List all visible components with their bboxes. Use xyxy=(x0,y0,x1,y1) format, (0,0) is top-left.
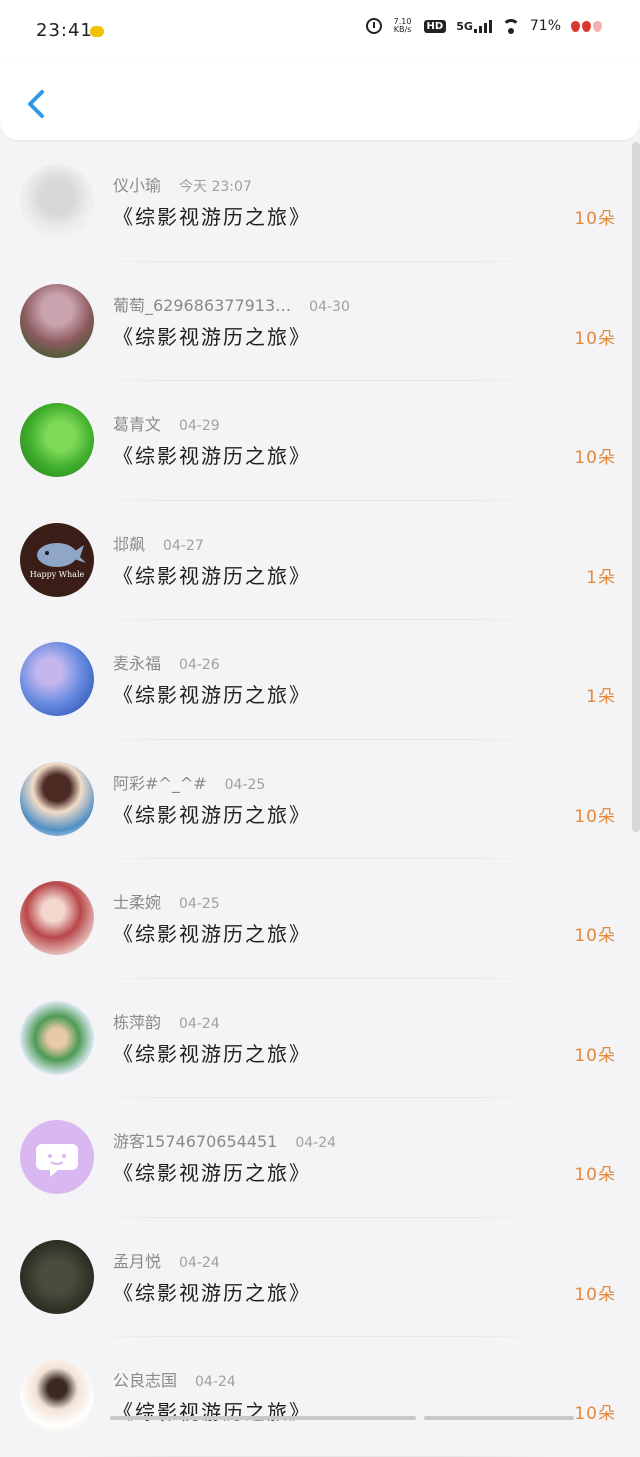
user-name[interactable]: 阿彩#^_^# xyxy=(113,774,207,793)
avatar[interactable] xyxy=(20,642,94,716)
status-time: 23:41 xyxy=(36,20,93,41)
reward-date: 04-24 xyxy=(179,1015,220,1032)
list-item[interactable]: 麦永福 04-26 《综影视游历之旅》 1朵 xyxy=(0,620,632,740)
reward-date: 04-24 xyxy=(195,1374,236,1390)
user-name[interactable]: 士柔婉 xyxy=(113,893,161,912)
user-name[interactable]: 公良志国 xyxy=(113,1371,177,1390)
list-item[interactable]: 葡萄_629686377913… 04-30 《综影视游历之旅》 10朵 xyxy=(0,262,632,382)
avatar[interactable] xyxy=(20,283,94,358)
whale-icon xyxy=(37,542,86,567)
avatar[interactable]: Happy Whale xyxy=(20,522,94,597)
reward-list: 仪小瑜 今天 23:07 《综影视游历之旅》 10朵 葡萄_62968637791… xyxy=(0,142,632,1457)
reward-amount: 10朵 xyxy=(574,1165,616,1185)
chat-bubble-icon xyxy=(36,1144,78,1177)
reward-amount: 10朵 xyxy=(574,448,616,468)
reward-amount: 10朵 xyxy=(574,209,616,229)
avatar[interactable] xyxy=(20,761,94,836)
signal-bars-icon xyxy=(473,19,492,33)
reward-amount: 1朵 xyxy=(586,687,616,707)
gesture-bar-left xyxy=(110,1416,416,1420)
book-title[interactable]: 《综影视游历之旅》 xyxy=(113,560,311,589)
alarm-icon xyxy=(365,18,382,34)
reward-date: 04-24 xyxy=(179,1254,220,1271)
book-title[interactable]: 《综影视游历之旅》 xyxy=(113,1277,311,1306)
reward-amount: 10朵 xyxy=(574,1404,616,1424)
list-item[interactable]: 公良志国 04-24 《综影视游历之旅》 10朵 xyxy=(0,1337,632,1457)
back-button[interactable] xyxy=(22,84,52,124)
book-title[interactable]: 《综影视游历之旅》 xyxy=(113,440,311,469)
avatar[interactable] xyxy=(20,1120,94,1194)
book-title[interactable]: 《综影视游历之旅》 xyxy=(113,321,311,350)
book-title[interactable]: 《综影视游历之旅》 xyxy=(113,918,311,947)
book-title[interactable]: 《综影视游历之旅》 xyxy=(113,1038,311,1067)
battery-level: 71% xyxy=(529,18,561,34)
avatar[interactable] xyxy=(20,1239,94,1314)
user-name[interactable]: 仪小瑜 xyxy=(113,176,161,195)
reward-date: 今天 23:07 xyxy=(179,179,252,195)
user-name[interactable]: 游客1574670654451 xyxy=(113,1132,277,1151)
reward-amount: 10朵 xyxy=(574,926,616,946)
avatar[interactable] xyxy=(20,403,94,477)
wifi-icon xyxy=(501,19,520,34)
signal-5g-icon: 5G xyxy=(456,19,492,33)
notification-emoji-icon xyxy=(90,26,104,37)
reward-date: 04-25 xyxy=(224,776,266,793)
book-title[interactable]: 《综影视游历之旅》 xyxy=(113,201,311,230)
book-title[interactable]: 《综影视游历之旅》 xyxy=(113,679,311,708)
list-item[interactable]: 孟月悦 04-24 《综影视游历之旅》 10朵 xyxy=(0,1218,632,1338)
user-name[interactable]: 邶飙 xyxy=(113,535,145,554)
avatar[interactable] xyxy=(20,1359,94,1433)
page-header xyxy=(0,60,640,140)
list-item[interactable]: 栋萍韵 04-24 《综影视游历之旅》 10朵 xyxy=(0,979,632,1099)
reward-date: 04-27 xyxy=(163,537,204,554)
user-name[interactable]: 孟月悦 xyxy=(113,1252,161,1271)
book-title[interactable]: 《综影视游历之旅》 xyxy=(113,799,311,828)
status-bar: 23:41 7.10 KB/s HD 5G 71% xyxy=(0,0,640,60)
reward-date: 04-24 xyxy=(295,1135,337,1151)
reward-date: 04-26 xyxy=(179,657,220,673)
reward-amount: 10朵 xyxy=(574,328,616,349)
list-item[interactable]: 游客1574670654451 04-24 《综影视游历之旅》 10朵 xyxy=(0,1098,632,1218)
user-name[interactable]: 麦永福 xyxy=(113,654,161,673)
avatar[interactable] xyxy=(20,881,94,955)
list-item[interactable]: 阿彩#^_^# 04-25 《综影视游历之旅》 10朵 xyxy=(0,740,632,860)
reward-date: 04-25 xyxy=(179,896,220,912)
net-speed: 7.10 KB/s xyxy=(393,17,412,34)
reward-amount: 1朵 xyxy=(586,567,616,588)
list-item[interactable]: 仪小瑜 今天 23:07 《综影视游历之旅》 10朵 xyxy=(0,142,632,262)
user-name[interactable]: 栋萍韵 xyxy=(113,1013,161,1032)
status-icons: 7.10 KB/s HD 5G 71% xyxy=(365,17,602,34)
strawberry-icons xyxy=(571,20,602,32)
book-title[interactable]: 《综影视游历之旅》 xyxy=(113,1396,311,1425)
user-name[interactable]: 葛青文 xyxy=(113,415,161,434)
reward-amount: 10朵 xyxy=(574,1284,616,1305)
gesture-bar-right xyxy=(424,1416,574,1420)
avatar-caption: Happy Whale xyxy=(29,569,85,579)
hd-badge: HD xyxy=(423,19,447,33)
chevron-left-icon xyxy=(28,90,44,118)
reward-amount: 10朵 xyxy=(574,806,616,827)
reward-amount: 10朵 xyxy=(574,1045,616,1066)
list-item[interactable]: 士柔婉 04-25 《综影视游历之旅》 10朵 xyxy=(0,859,632,979)
scrollbar[interactable] xyxy=(632,142,640,832)
list-item[interactable]: 葛青文 04-29 《综影视游历之旅》 10朵 xyxy=(0,381,632,501)
avatar[interactable] xyxy=(20,164,94,238)
user-name[interactable]: 葡萄_629686377913… xyxy=(113,296,291,315)
network-label: 5G xyxy=(456,19,473,33)
book-title[interactable]: 《综影视游历之旅》 xyxy=(113,1157,311,1186)
avatar[interactable] xyxy=(20,1000,94,1075)
reward-date: 04-30 xyxy=(309,298,350,315)
list-item[interactable]: Happy Whale 邶飙 04-27 《综影视游历之旅》 1朵 xyxy=(0,501,632,621)
reward-date: 04-29 xyxy=(179,418,220,434)
